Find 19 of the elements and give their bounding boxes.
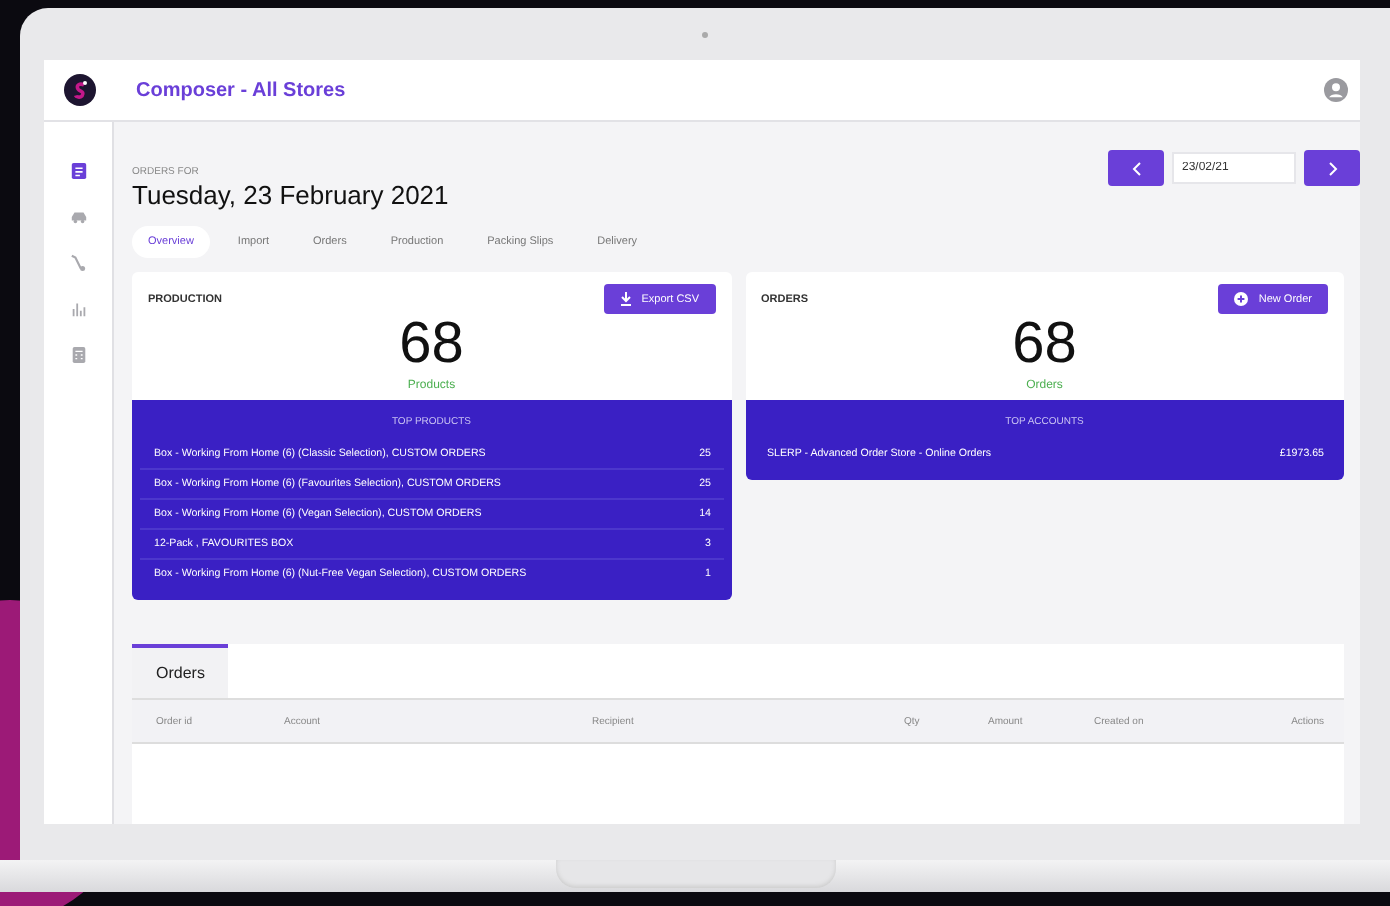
- logo-icon: [64, 74, 96, 106]
- count-number: 68: [1012, 316, 1077, 374]
- camera-icon: [701, 31, 707, 37]
- count-number: 68: [399, 316, 464, 374]
- previous-day-button[interactable]: [1108, 150, 1164, 186]
- plus-circle-icon: [1234, 292, 1249, 306]
- app-title: Composer - All Stores: [136, 79, 348, 101]
- chevron-left-icon: [1131, 161, 1141, 175]
- tab[interactable]: Orders: [132, 644, 229, 698]
- calculator-icon[interactable]: [69, 346, 87, 364]
- download-icon: [619, 292, 632, 306]
- bar-chart-icon[interactable]: [69, 300, 87, 318]
- chevron-right-icon: [1327, 161, 1337, 175]
- hand-truck-icon[interactable]: [69, 254, 87, 272]
- next-day-button[interactable]: [1304, 150, 1360, 186]
- car-icon[interactable]: [69, 208, 87, 226]
- document-icon[interactable]: [69, 162, 87, 180]
- page-title: Tuesday, 23 February 2021: [132, 180, 449, 210]
- avatar-icon[interactable]: [1324, 78, 1348, 102]
